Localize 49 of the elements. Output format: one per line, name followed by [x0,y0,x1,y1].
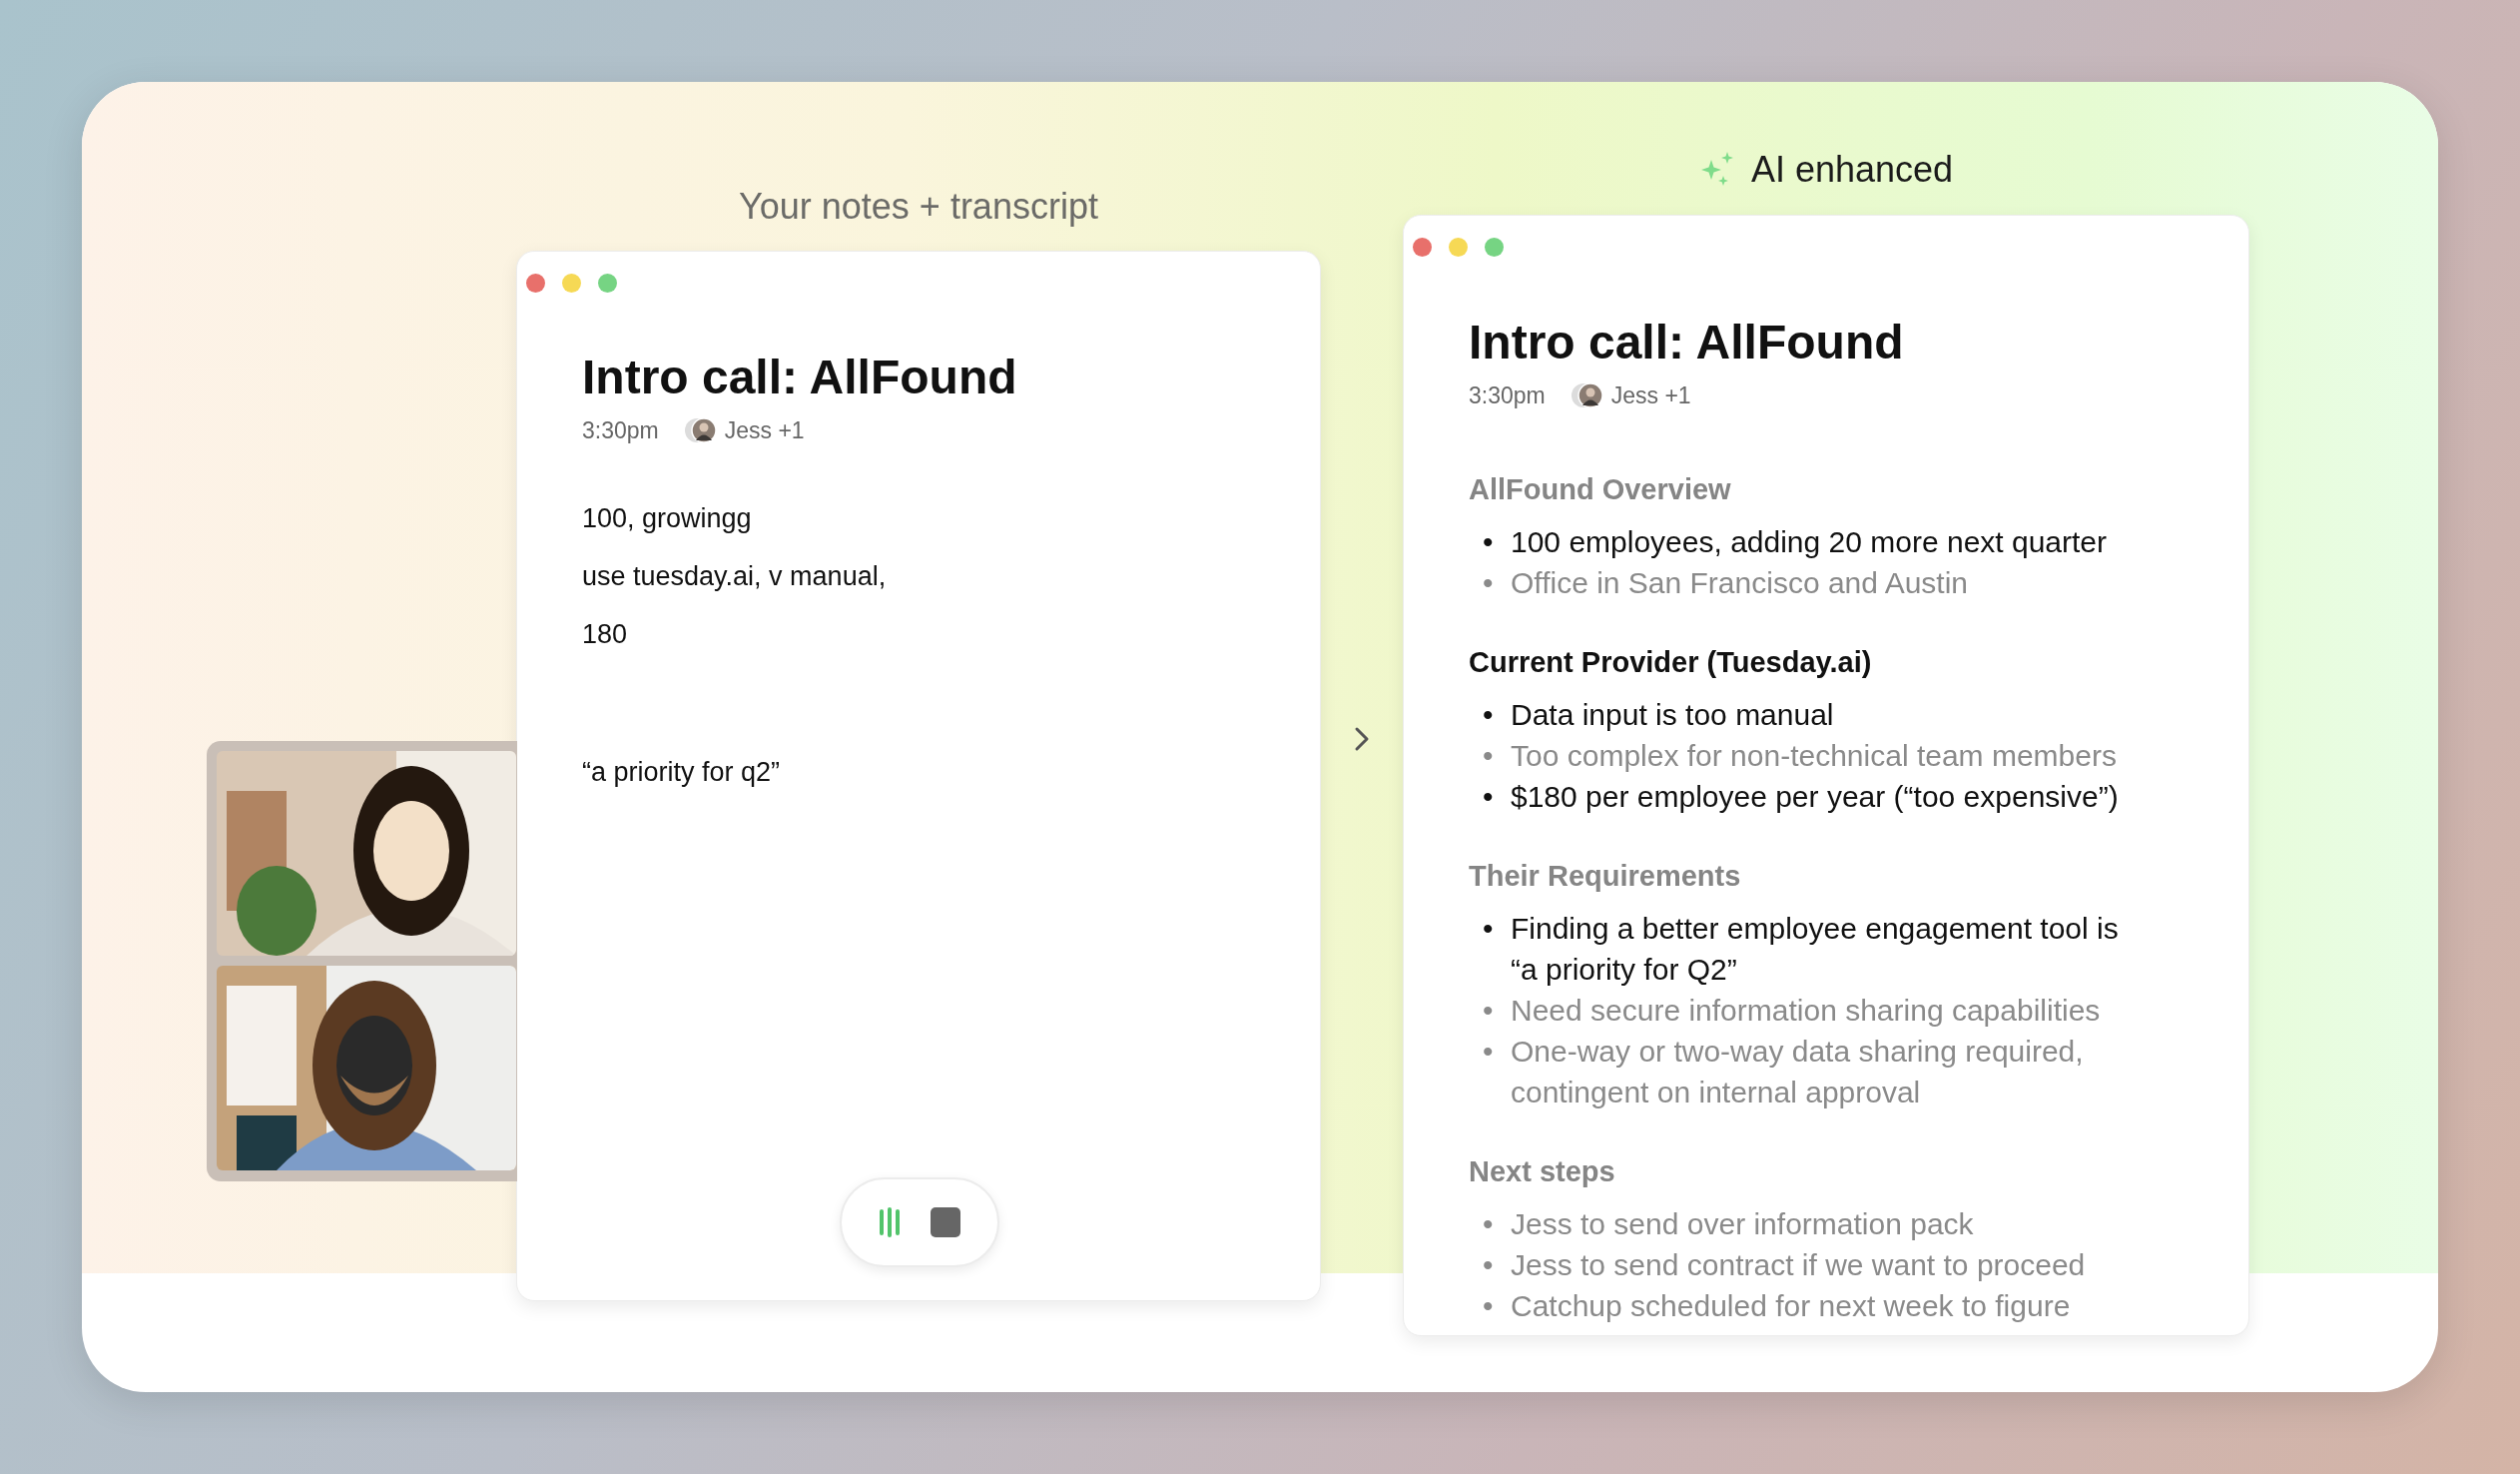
bullet-item: Finding a better employee engagement tool is “a priority for Q2” [1511,911,2120,989]
note-title: Intro call: AllFound [582,350,1018,405]
bullet-marker: • [1483,524,1495,561]
avatar-icon [1571,380,1603,409]
note-text: use tuesday.ai, v manual, [582,560,888,594]
bullet-item: Office in San Francisco and Austin [1511,565,1970,602]
panel-label: Your notes + transcript [738,185,1099,229]
note-text: “a priority for q2” [582,756,782,790]
bullet-marker: • [1483,993,1495,1030]
section-heading: Next steps [1469,1154,1616,1190]
bullet-item: 100 employees, adding 20 more next quarter [1511,524,2109,561]
bullet-item: Data input is too manual [1511,697,1835,734]
bullet-item: Catchup scheduled for next week to figure [1511,1288,2072,1325]
attendees-label: Jess +1 [724,415,805,445]
avatar-icon [684,415,717,444]
bullet-marker: • [1483,1288,1495,1325]
chevron-right-icon[interactable] [1354,726,1370,752]
bullet-item: Jess to send over information pack [1511,1206,1975,1243]
bullet-item: $180 per employee per year (“too expensive”) [1511,779,2120,816]
close-button[interactable] [526,274,545,293]
bullet-item: Jess to send contract if we want to proceed [1511,1247,2087,1284]
stop-button[interactable] [931,1207,960,1237]
meeting-time: 3:30pm [1469,380,1546,410]
bullet-marker: • [1483,565,1495,602]
minimize-button[interactable] [562,274,581,293]
bullet-marker: • [1483,1034,1495,1071]
maximize-button[interactable] [1485,238,1504,257]
section-heading: AllFound Overview [1469,472,1732,508]
minimize-button[interactable] [1449,238,1468,257]
maximize-button[interactable] [598,274,617,293]
bullet-item: Too complex for non-technical team members [1511,738,2118,775]
audio-bars-icon[interactable] [879,1207,901,1237]
bullet-marker: • [1483,697,1495,734]
attendees-label: Jess +1 [1610,380,1691,410]
section-heading: Current Provider (Tuesday.ai) [1469,645,1873,681]
note-text: 180 [582,618,629,652]
bullet-marker: • [1483,779,1495,816]
close-button[interactable] [1413,238,1432,257]
bullet-marker: • [1483,1247,1495,1284]
bullet-marker: • [1483,1206,1495,1243]
panel-label: AI enhanced [1750,148,1954,192]
note-title: Intro call: AllFound [1469,315,1905,370]
note-text: 100, growingg [582,502,753,536]
bullet-marker: • [1483,738,1495,775]
bullet-item: One-way or two-way data sharing required, contingent on internal approval [1511,1034,2085,1111]
bullet-item: Need secure information sharing capabilities [1511,993,2102,1030]
meeting-time: 3:30pm [582,415,659,445]
bullet-marker: • [1483,911,1495,948]
section-heading: Their Requirements [1469,859,1742,895]
